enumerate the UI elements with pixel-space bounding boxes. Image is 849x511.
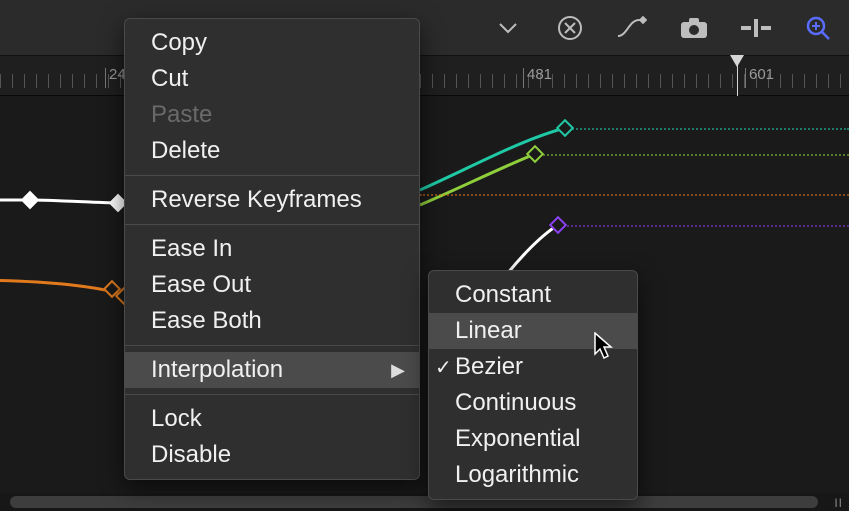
camera-icon[interactable] — [677, 11, 711, 45]
guide-line — [558, 225, 849, 227]
dropdown-icon[interactable] — [491, 11, 525, 45]
menu-item-reverse-keyframes[interactable]: Reverse Keyframes — [125, 182, 419, 218]
guide-line — [420, 194, 849, 196]
menu-item-label: Delete — [151, 137, 220, 165]
ruler-label: 481 — [527, 66, 552, 83]
menu-separator — [125, 345, 419, 346]
menu-separator — [125, 224, 419, 225]
menu-item-ease-in[interactable]: Ease In — [125, 231, 419, 267]
guide-line — [535, 154, 849, 156]
menu-item-label: Copy — [151, 29, 207, 57]
menu-item-delete[interactable]: Delete — [125, 133, 419, 169]
menu-item-paste: Paste — [125, 97, 419, 133]
submenu-item-label: Logarithmic — [455, 461, 579, 489]
playhead-cap-icon — [730, 55, 744, 67]
submenu-item-label: Constant — [455, 281, 551, 309]
menu-separator — [125, 394, 419, 395]
menu-item-disable[interactable]: Disable — [125, 437, 419, 473]
interpolation-submenu: ConstantLinear✓BezierContinuousExponenti… — [428, 270, 638, 500]
menu-item-lock[interactable]: Lock — [125, 401, 419, 437]
submenu-item-logarithmic[interactable]: Logarithmic — [429, 457, 637, 493]
menu-item-label: Paste — [151, 101, 212, 129]
submenu-item-linear[interactable]: Linear — [429, 313, 637, 349]
submenu-item-continuous[interactable]: Continuous — [429, 385, 637, 421]
menu-item-label: Lock — [151, 405, 202, 433]
curve-tool-icon[interactable] — [615, 11, 649, 45]
menu-item-interpolation[interactable]: Interpolation ▶ — [125, 352, 419, 388]
menu-item-label: Reverse Keyframes — [151, 186, 362, 214]
menu-item-ease-out[interactable]: Ease Out — [125, 267, 419, 303]
pause-icon: II — [834, 496, 843, 510]
submenu-item-label: Exponential — [455, 425, 580, 453]
submenu-item-exponential[interactable]: Exponential — [429, 421, 637, 457]
menu-item-label: Ease Out — [151, 271, 251, 299]
submenu-item-constant[interactable]: Constant — [429, 277, 637, 313]
close-circle-icon[interactable] — [553, 11, 587, 45]
check-icon: ✓ — [435, 355, 452, 380]
guide-line — [565, 128, 849, 130]
submenu-arrow-icon: ▶ — [391, 360, 405, 381]
snap-tool-icon[interactable] — [739, 11, 773, 45]
menu-item-label: Ease In — [151, 235, 232, 263]
scrollbar-thumb[interactable] — [10, 496, 818, 508]
menu-item-cut[interactable]: Cut — [125, 61, 419, 97]
menu-item-label: Ease Both — [151, 307, 262, 335]
horizontal-scrollbar[interactable]: II — [0, 493, 849, 511]
context-menu: Copy Cut Paste Delete Reverse Keyframes Ease … — [124, 18, 420, 480]
submenu-item-bezier[interactable]: ✓Bezier — [429, 349, 637, 385]
menu-item-label: Cut — [151, 65, 188, 93]
zoom-icon[interactable] — [801, 11, 835, 45]
menu-separator — [125, 175, 419, 176]
menu-item-label: Disable — [151, 441, 231, 469]
menu-item-label: Interpolation — [151, 356, 283, 384]
ruler-label: 601 — [749, 66, 774, 83]
submenu-item-label: Continuous — [455, 389, 576, 417]
submenu-item-label: Bezier — [455, 353, 523, 381]
menu-item-copy[interactable]: Copy — [125, 25, 419, 61]
menu-item-ease-both[interactable]: Ease Both — [125, 303, 419, 339]
submenu-item-label: Linear — [455, 317, 522, 345]
